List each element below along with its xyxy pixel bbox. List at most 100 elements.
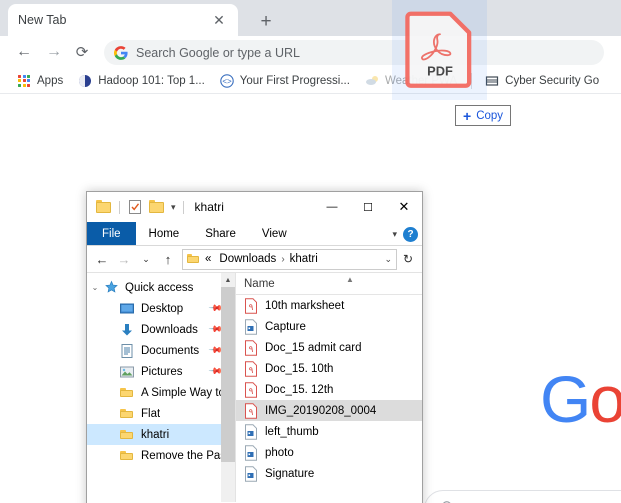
- bookmark-hadoop[interactable]: Hadoop 101: Top 1...: [71, 70, 212, 92]
- breadcrumb-path-box[interactable]: « Downloads › khatri ⌄: [182, 248, 397, 270]
- search-icon: [441, 500, 455, 503]
- toolbar-divider: [119, 200, 120, 214]
- new-tab-button[interactable]: +: [252, 8, 280, 36]
- refresh-icon[interactable]: ↻: [399, 249, 417, 270]
- ribbon-tab-share[interactable]: Share: [192, 222, 249, 245]
- navigation-pane-scrollbar[interactable]: ▲: [221, 273, 235, 502]
- ribbon-right-controls: ▾ ?: [392, 222, 418, 246]
- explorer-forward-button[interactable]: →: [114, 249, 134, 269]
- file-row[interactable]: ٩ Doc_15 admit card: [236, 337, 422, 358]
- folder-icon: [119, 385, 135, 401]
- sidebar-item-remove-the-pas[interactable]: Remove the Pas: [87, 445, 235, 466]
- nav-item-label: Remove the Pas: [141, 449, 221, 462]
- bookmark-apps[interactable]: Apps: [10, 70, 70, 92]
- chevron-down-icon[interactable]: ▾: [171, 202, 176, 213]
- back-icon[interactable]: ←: [14, 42, 34, 62]
- scrollbar-thumb[interactable]: [221, 287, 235, 462]
- screen: New Tab ✕ + ← → ⟳ Search Google or type …: [0, 0, 621, 503]
- explorer-ribbon-tabs: File Home Share View ▾ ?: [87, 222, 422, 246]
- forward-icon[interactable]: →: [44, 42, 64, 62]
- explorer-up-button[interactable]: ↑: [158, 249, 178, 269]
- star-pin-icon: [103, 280, 119, 296]
- close-icon[interactable]: ✕: [210, 11, 228, 29]
- file-list-column-header[interactable]: Name ▲: [236, 273, 422, 295]
- ribbon-tab-view[interactable]: View: [249, 222, 300, 245]
- file-name: 10th marksheet: [265, 299, 345, 312]
- sidebar-item-pictures[interactable]: Pictures 📌: [87, 361, 235, 382]
- google-logo: Go: [540, 366, 621, 432]
- close-button[interactable]: ✕: [386, 192, 422, 222]
- svg-text:<>: <>: [222, 77, 232, 86]
- minimize-button[interactable]: —: [314, 192, 350, 222]
- expander-chevron-icon[interactable]: ⌄: [87, 283, 103, 292]
- file-row[interactable]: Capture: [236, 316, 422, 337]
- breadcrumb-prefix: «: [205, 253, 212, 265]
- explorer-back-button[interactable]: ←: [92, 249, 112, 269]
- nav-item-label: Downloads: [141, 323, 198, 336]
- ntp-search-box[interactable]: Search Google or type a: [424, 490, 621, 503]
- pdf-icon: ٩: [244, 381, 258, 398]
- sort-ascending-icon: ▲: [346, 275, 354, 284]
- file-row-selected[interactable]: ٩ IMG_20190208_0004: [236, 400, 422, 421]
- explorer-title-bar[interactable]: ▾ khatri — ☐ ✕: [87, 192, 422, 222]
- file-row[interactable]: Signature: [236, 463, 422, 484]
- weather-cloud-icon: [365, 74, 379, 88]
- file-row[interactable]: ٩ Doc_15. 10th: [236, 358, 422, 379]
- pdf-icon: ٩: [244, 297, 258, 314]
- ribbon-tab-file[interactable]: File: [87, 222, 136, 245]
- maximize-button[interactable]: ☐: [350, 192, 386, 222]
- sidebar-item-downloads[interactable]: Downloads 📌: [87, 319, 235, 340]
- file-name: Capture: [265, 320, 306, 333]
- code-brackets-icon: <>: [220, 73, 234, 88]
- sidebar-item-flat[interactable]: Flat: [87, 403, 235, 424]
- new-folder-icon[interactable]: [149, 199, 165, 215]
- bookmark-label: Hadoop 101: Top 1...: [98, 74, 205, 87]
- help-icon[interactable]: ?: [403, 226, 418, 242]
- bookmark-progressive-web-app[interactable]: <> Your First Progressi...: [213, 70, 357, 92]
- sidebar-item-khatri[interactable]: khatri: [87, 424, 235, 445]
- file-explorer-window: ▾ khatri — ☐ ✕ File Home Share View ▾ ? …: [86, 191, 423, 503]
- bookmark-label: Your First Progressi...: [239, 74, 350, 87]
- breadcrumb-segment-khatri[interactable]: khatri: [290, 253, 318, 265]
- apps-grid-icon: [17, 74, 31, 88]
- breadcrumb-dropdown-icon[interactable]: ⌄: [378, 254, 392, 265]
- file-row[interactable]: ٩ Doc_15. 12th: [236, 379, 422, 400]
- column-header-name[interactable]: Name: [244, 278, 275, 290]
- browser-toolbar: ← → ⟳ Search Google or type a URL: [0, 36, 621, 68]
- file-name: Doc_15. 10th: [265, 362, 334, 375]
- circle-half-icon: [78, 74, 92, 88]
- tab-strip: New Tab ✕ +: [0, 0, 621, 36]
- sidebar-item-a-simple-way-to[interactable]: A Simple Way to: [87, 382, 235, 403]
- logo-letter-G: G: [540, 362, 591, 436]
- file-row[interactable]: photo: [236, 442, 422, 463]
- chevron-down-icon[interactable]: ▾: [392, 229, 397, 240]
- folder-icon: [187, 253, 200, 265]
- properties-checkmark-icon[interactable]: [127, 199, 143, 215]
- sidebar-item-documents[interactable]: Documents 📌: [87, 340, 235, 361]
- sidebar-item-desktop[interactable]: Desktop 📌: [87, 298, 235, 319]
- file-row[interactable]: ٩ 10th marksheet: [236, 295, 422, 316]
- nav-item-label: khatri: [141, 428, 170, 441]
- drop-effect-copy-badge: + Copy: [455, 105, 512, 126]
- file-row[interactable]: left_thumb: [236, 421, 422, 442]
- bookmark-cyber-security[interactable]: Cyber Security Go: [478, 70, 606, 92]
- nav-item-quick-access[interactable]: ⌄ Quick access: [87, 277, 235, 298]
- reload-icon[interactable]: ⟳: [72, 42, 92, 62]
- ribbon-tab-home[interactable]: Home: [136, 222, 193, 245]
- bookmark-label: Apps: [37, 74, 64, 87]
- nav-item-label: Documents: [141, 344, 200, 357]
- scroll-up-icon[interactable]: ▲: [221, 273, 235, 287]
- svg-text:٩: ٩: [249, 386, 254, 396]
- recent-locations-icon[interactable]: ⌄: [136, 249, 156, 269]
- bookmarks-bar: Apps Hadoop 101: Top 1... <> Your First …: [0, 68, 621, 94]
- omnibox-address-bar[interactable]: Search Google or type a URL: [104, 40, 604, 65]
- pdf-icon: ٩: [244, 360, 258, 377]
- breadcrumb-segment-downloads[interactable]: Downloads: [219, 253, 276, 265]
- plus-icon: +: [463, 107, 472, 124]
- drop-effect-label: Copy: [476, 109, 504, 122]
- file-name: IMG_20190208_0004: [265, 404, 377, 417]
- document-icon: [119, 343, 135, 359]
- file-name: Doc_15 admit card: [265, 341, 362, 354]
- browser-tab-new-tab[interactable]: New Tab ✕: [8, 4, 238, 36]
- window-controls: — ☐ ✕: [314, 192, 422, 222]
